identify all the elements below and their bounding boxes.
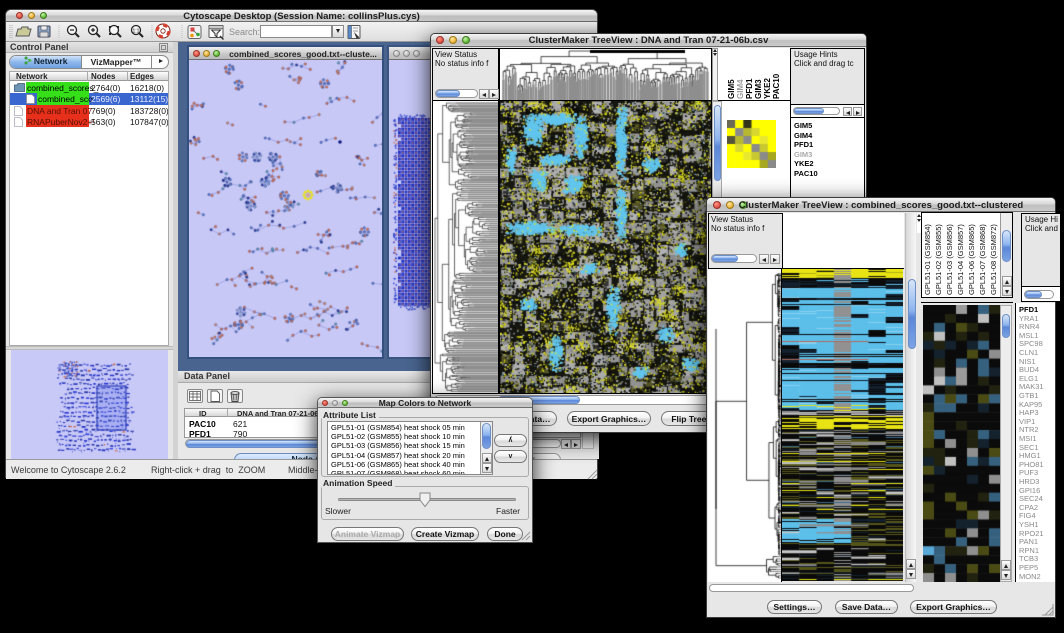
svg-text:1:1: 1:1 [133,29,140,35]
